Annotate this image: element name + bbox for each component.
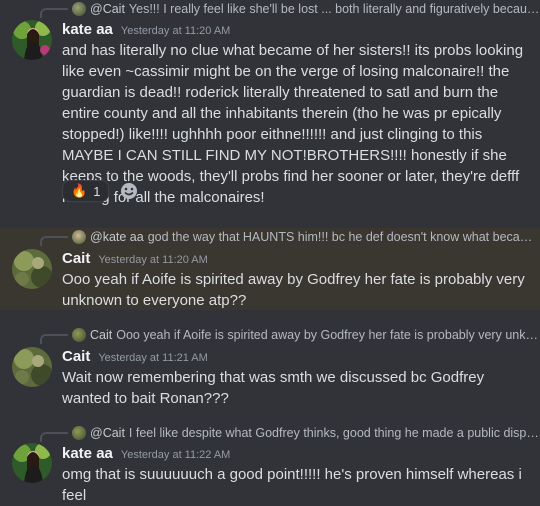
reply-author[interactable]: @Cait [90, 426, 125, 440]
message-2: @kate aa god the way that HAUNTS him!!! … [0, 228, 540, 310]
reply-avatar [72, 230, 86, 244]
username[interactable]: Cait [62, 250, 90, 267]
reply-text: Yes!!! I really feel like she'll be lost… [128, 2, 540, 16]
message-text: omg that is suuuuuuch a good point!!!!! … [62, 466, 522, 504]
reply-spine [40, 334, 68, 344]
reply-author[interactable]: @Cait [90, 2, 125, 16]
avatar[interactable] [12, 20, 52, 60]
username[interactable]: Cait [62, 348, 90, 365]
reaction-count: 1 [93, 183, 101, 199]
reply-preview[interactable]: @kate aa god the way that HAUNTS him!!! … [40, 228, 540, 246]
reply-preview[interactable]: Cait Ooo yeah if Aoife is spirited away … [40, 326, 540, 344]
reply-avatar [72, 2, 86, 16]
add-reaction-button[interactable] [115, 180, 143, 202]
reply-text: god the way that HAUNTS him!!! bc he def… [147, 230, 540, 244]
message-header: kate aa Yesterday at 11:20 AM [62, 21, 230, 38]
username[interactable]: kate aa [62, 21, 113, 38]
message-text: Ooo yeah if Aoife is spirited away by Go… [62, 271, 525, 309]
timestamp[interactable]: Yesterday at 11:20 AM [98, 254, 207, 266]
reply-avatar [72, 328, 86, 342]
reply-spine [40, 236, 68, 246]
reply-avatar [72, 426, 86, 440]
timestamp[interactable]: Yesterday at 11:21 AM [98, 352, 207, 364]
message-4: @Cait I feel like despite what Godfrey t… [0, 424, 540, 504]
message-header: Cait Yesterday at 11:21 AM [62, 348, 208, 365]
reply-spine [40, 432, 68, 442]
reply-text: Ooo yeah if Aoife is spirited away by Go… [116, 328, 540, 342]
reaction-bar: 🔥 1 [62, 180, 143, 202]
avatar[interactable] [12, 443, 52, 483]
add-reaction-icon [121, 183, 138, 199]
reply-preview[interactable]: @Cait Yes!!! I really feel like she'll b… [40, 0, 540, 18]
message-header: Cait Yesterday at 11:20 AM [62, 250, 208, 267]
message-header: kate aa Yesterday at 11:22 AM [62, 445, 230, 462]
reply-spine [40, 8, 68, 18]
message-text: Wait now remembering that was smth we di… [62, 369, 485, 407]
timestamp[interactable]: Yesterday at 11:20 AM [121, 25, 230, 37]
timestamp[interactable]: Yesterday at 11:22 AM [121, 449, 230, 461]
avatar[interactable] [12, 347, 52, 387]
reply-preview[interactable]: @Cait I feel like despite what Godfrey t… [40, 424, 540, 442]
message-1: @Cait Yes!!! I really feel like she'll b… [0, 0, 540, 222]
message-3: Cait Ooo yeah if Aoife is spirited away … [0, 326, 540, 410]
username[interactable]: kate aa [62, 445, 113, 462]
avatar[interactable] [12, 249, 52, 289]
fire-icon: 🔥 [71, 183, 88, 198]
reply-text: I feel like despite what Godfrey thinks,… [128, 426, 540, 440]
reply-author[interactable]: @kate aa [90, 230, 144, 244]
reaction-fire[interactable]: 🔥 1 [62, 180, 110, 202]
reply-author[interactable]: Cait [90, 328, 112, 342]
